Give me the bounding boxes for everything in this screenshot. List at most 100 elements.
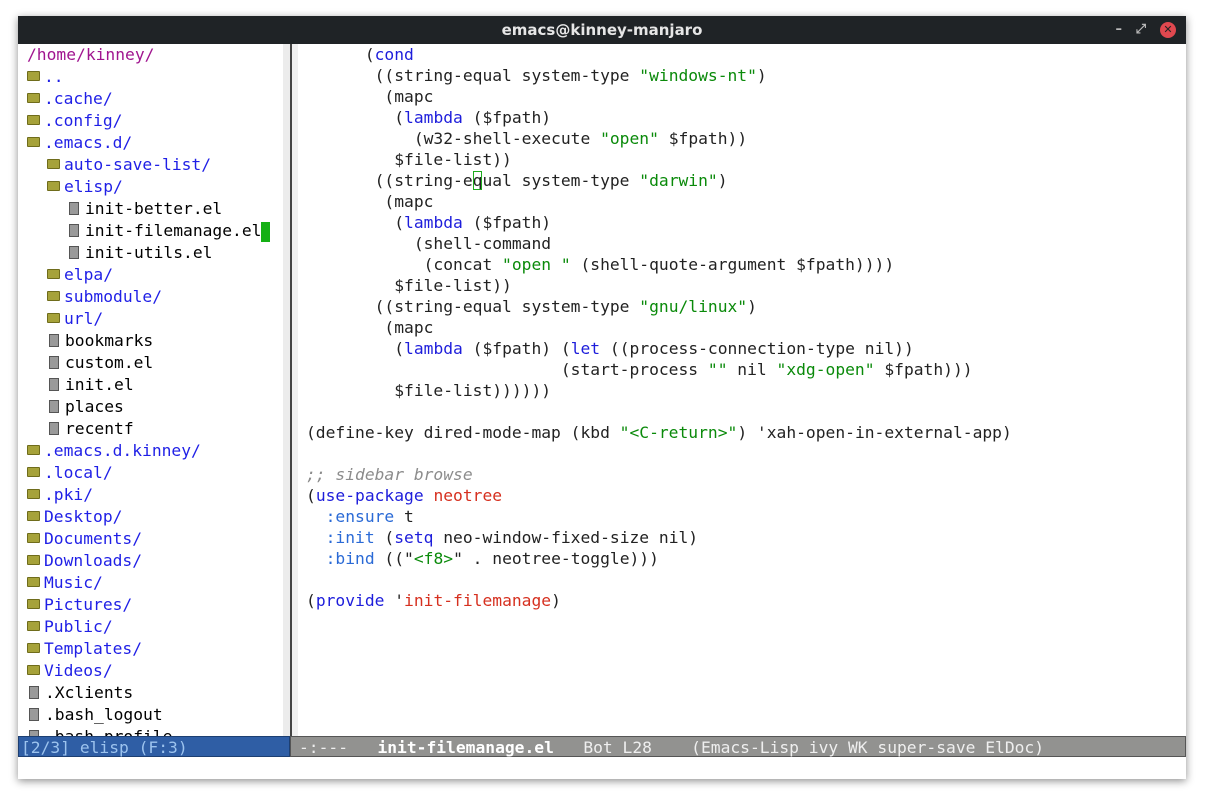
tree-item-label: Desktop/ [44,507,122,526]
folder-icon [47,291,60,301]
folder-icon [27,621,40,631]
tree-folder-item[interactable]: Documents/ [27,528,142,550]
code-editor[interactable]: (cond ((string-equal system-type "window… [298,44,1186,736]
tree-folder-item[interactable]: .. [27,66,64,88]
tree-item-label: .cache/ [44,89,113,108]
tree-folder-item[interactable]: .config/ [27,110,122,132]
neotree-root-path[interactable]: /home/kinney/ [27,44,154,66]
folder-icon [27,93,40,103]
code-token: ((process-connection-type nil)) [600,339,914,358]
tree-file-item[interactable]: init-utils.el [67,242,212,264]
code-token: "windows-nt" [639,66,757,85]
tree-file-item[interactable]: init-better.el [67,198,222,220]
tree-folder-item[interactable]: auto-save-list/ [47,154,211,176]
window-title: emacs@kinney-manjaro [502,21,703,39]
code-token: ( [375,528,395,547]
tree-file-item[interactable]: init-filemanage.el [67,220,270,242]
tree-item-label: init.el [65,375,134,394]
code-token: $file-list)) [306,150,512,169]
tree-folder-item[interactable]: elpa/ [47,264,113,286]
file-icon [69,246,79,259]
tree-item-label: init-better.el [85,199,222,218]
code-line: ;; sidebar browse [306,464,473,485]
code-token: ((string-e [306,171,473,190]
folder-icon [27,115,40,125]
tree-folder-item[interactable]: elisp/ [47,176,123,198]
code-token: ) 'xah-open-in-external-app) [737,423,1011,442]
tree-file-item[interactable]: custom.el [47,352,153,374]
folder-icon [27,445,40,455]
code-token: provide [316,591,385,610]
tree-item-label: custom.el [65,353,153,372]
code-token: init-filemanage [404,591,551,610]
tree-item-label: .emacs.d.kinney/ [44,441,201,460]
tree-item-label: Pictures/ [44,595,132,614]
code-line: :ensure t [306,506,414,527]
tree-file-item[interactable]: .bash_profile [27,726,172,736]
code-line: (provide 'init-filemanage) [306,590,561,611]
tree-folder-item[interactable]: Pictures/ [27,594,132,616]
tree-folder-item[interactable]: .cache/ [27,88,113,110]
tree-folder-item[interactable]: url/ [47,308,103,330]
folder-icon [27,555,40,565]
code-token: ( [306,591,316,610]
code-token: (mapc [306,192,433,211]
tree-item-label: .bash_logout [45,705,163,724]
tree-item-label: elisp/ [64,177,123,196]
tree-folder-item[interactable]: .emacs.d.kinney/ [27,440,201,462]
code-line: ((string-equal system-type "windows-nt") [306,65,767,86]
code-line: (lambda ($fpath) [306,212,551,233]
code-token: ( [306,213,404,232]
maximize-icon[interactable]: ⤢ [1136,16,1146,44]
code-line: (use-package neotree [306,485,502,506]
tree-item-label: recentf [65,419,134,438]
tree-folder-item[interactable]: Templates/ [27,638,142,660]
tree-folder-item[interactable]: Public/ [27,616,113,638]
tree-file-item[interactable]: places [47,396,124,418]
emacs-window: emacs@kinney-manjaro – ⤢ ✕ /home/kinney/… [18,16,1186,779]
tree-folder-item[interactable]: submodule/ [47,286,162,308]
tree-file-item[interactable]: bookmarks [47,330,153,352]
tree-folder-item[interactable]: .pki/ [27,484,93,506]
tree-file-item[interactable]: recentf [47,418,134,440]
file-icon [29,708,39,721]
code-token: ( [306,45,375,64]
folder-icon [27,467,40,477]
file-icon [49,334,59,347]
title-bar: emacs@kinney-manjaro – ⤢ ✕ [18,16,1186,44]
tree-file-item[interactable]: .bash_logout [27,704,163,726]
minimize-icon[interactable]: – [1116,16,1123,44]
code-line: (lambda ($fpath) (let ((process-connecti… [306,338,914,359]
folder-icon [47,269,60,279]
code-token: ( [306,486,316,505]
code-token: ($fpath) ( [463,339,571,358]
folder-open-icon [47,181,60,191]
tree-item-label: .Xclients [45,683,133,702]
code-line: $file-list)))))) [306,380,551,401]
tree-folder-item[interactable]: Downloads/ [27,550,142,572]
code-token: $fpath))) [875,360,973,379]
folder-icon [27,643,40,653]
code-token: ( [306,339,404,358]
tree-folder-item[interactable]: Videos/ [27,660,113,682]
tree-folder-item[interactable]: Music/ [27,572,103,594]
close-icon[interactable]: ✕ [1160,22,1176,38]
editor-mode-line: -:--- init-filemanage.el Bot L28 (Emacs-… [290,736,1186,757]
sidebar-scrollbar[interactable] [283,44,290,736]
tree-folder-item[interactable]: Desktop/ [27,506,122,528]
tree-folder-item[interactable]: .emacs.d/ [27,132,132,154]
tree-file-item[interactable]: init.el [47,374,134,396]
code-token: (mapc [306,318,433,337]
code-token: ual system-type [482,171,639,190]
code-line: (define-key dired-mode-map (kbd "<C-retu… [306,422,1012,443]
tree-item-label: places [65,397,124,416]
tree-file-item[interactable]: .Xclients [27,682,133,704]
code-token: ((" [375,549,414,568]
sidebar-mode-line: [2/3] elisp (F:3) [18,736,290,757]
code-token: ((string-equal system-type [306,297,639,316]
code-line: :init (setq neo-window-fixed-size nil) [306,527,698,548]
tree-item-label: init-filemanage.el [85,221,261,240]
cursor [261,222,270,242]
tree-item-label: submodule/ [64,287,162,306]
tree-folder-item[interactable]: .local/ [27,462,113,484]
